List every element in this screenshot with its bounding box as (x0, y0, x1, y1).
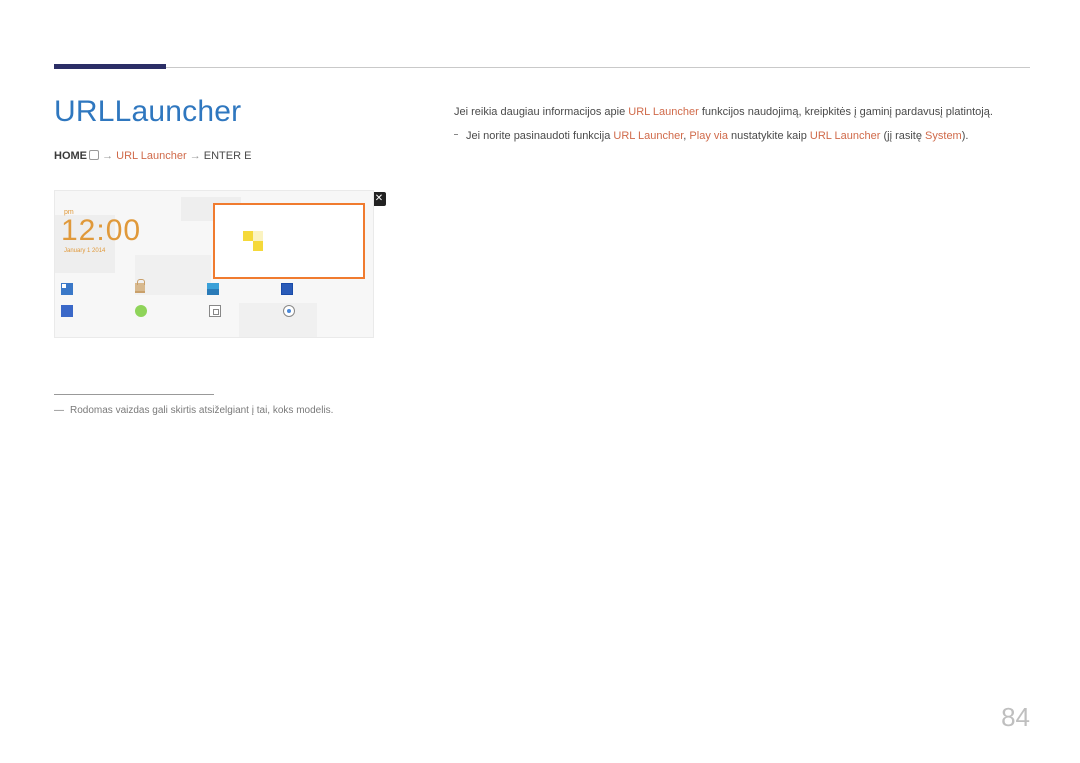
screen-icon (281, 283, 293, 295)
breadcrumb-sep: → (190, 150, 201, 162)
lock-icon (135, 283, 145, 293)
desc-text: Jei reikia daugiau informacijos apie (454, 106, 628, 118)
footnote-rule (54, 394, 214, 395)
footnote: ―Rodomas vaizdas gali skirtis atsiželgia… (54, 405, 394, 416)
footnote-text: Rodomas vaizdas gali skirtis atsiželgian… (70, 405, 333, 416)
breadcrumb-url-launcher: URL Launcher (116, 150, 187, 162)
app-tray (61, 283, 367, 331)
horizontal-rule (54, 67, 1030, 68)
device-preview: ✕ pm 12:00 January 1 2014 (54, 190, 374, 348)
breadcrumb-sep: → (102, 150, 113, 162)
desc-hl-play-via: Play via (689, 130, 728, 142)
desc-hl-url-launcher: URL Launcher (810, 130, 881, 142)
desc-hl-url-launcher: URL Launcher (613, 130, 683, 142)
home-icon (89, 150, 99, 160)
box-icon (209, 305, 221, 317)
desc-hl-url-launcher: URL Launcher (628, 106, 699, 118)
desc-hl-system: System (925, 130, 962, 142)
description: Jei reikia daugiau informacijos apie URL… (454, 104, 1020, 145)
calendar-icon (61, 283, 73, 295)
desc-text: Jei norite pasinaudoti funkcija (466, 130, 613, 142)
breadcrumb-home: HOME (54, 150, 87, 162)
close-icon: ✕ (372, 192, 386, 206)
page-number: 84 (1001, 702, 1030, 733)
page-title: URLLauncher (54, 95, 241, 129)
desc-text: (jį rasitę (880, 130, 925, 142)
clock-date: January 1 2014 (64, 248, 211, 254)
status-dot-icon (135, 305, 147, 317)
desc-text: ). (962, 130, 969, 142)
card-icon (207, 283, 219, 295)
target-icon (283, 305, 295, 317)
breadcrumb-enter: ENTER E (204, 150, 252, 162)
selected-tile (213, 203, 365, 279)
chapter-accent-bar (54, 64, 166, 69)
monitor-icon (61, 305, 73, 317)
desc-text: nustatykite kaip (728, 130, 810, 142)
desc-text: funkcijos naudojimą, kreipkitės į gaminį… (699, 106, 993, 118)
clock-widget: pm 12:00 January 1 2014 (61, 209, 211, 254)
breadcrumb: HOME → URL Launcher → ENTER E (54, 150, 394, 162)
clock-time: 12:00 (61, 216, 211, 246)
